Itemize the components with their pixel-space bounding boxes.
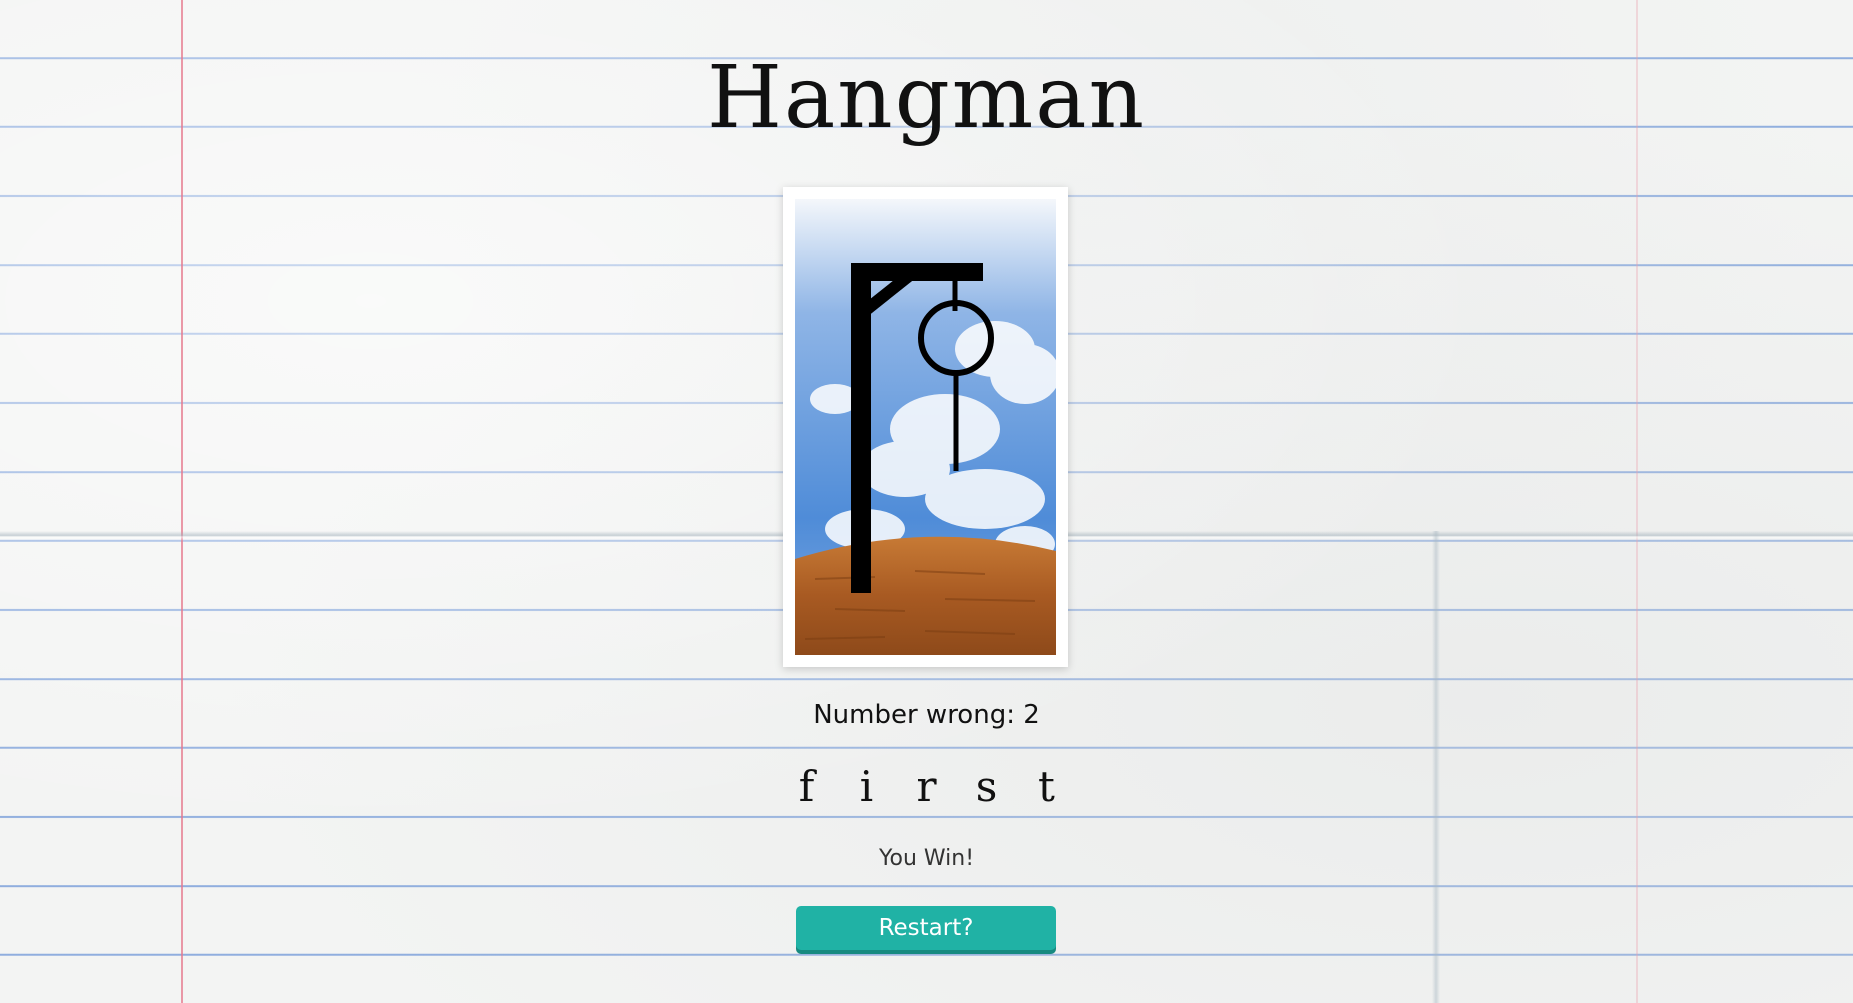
wrong-count-label: Number wrong: 2	[813, 700, 1040, 730]
hangman-picture-frame	[783, 187, 1068, 667]
word-letter: s	[975, 762, 998, 811]
page-title: Hangman	[707, 48, 1146, 148]
ground	[795, 536, 1056, 655]
word-letter: r	[916, 762, 937, 811]
hangman-scene	[795, 199, 1056, 655]
word-letter: t	[1038, 762, 1055, 811]
word-letter: i	[859, 762, 874, 811]
game-status-message: You Win!	[878, 846, 975, 871]
restart-button[interactable]: Restart?	[796, 906, 1056, 950]
word-display: f i r s t	[0, 762, 1853, 811]
hangman-app: Hangman Number wrong: 2 f i r s t You Wi…	[0, 0, 1853, 1003]
word-letter: f	[798, 762, 815, 811]
gallows-illustration	[795, 199, 1056, 655]
